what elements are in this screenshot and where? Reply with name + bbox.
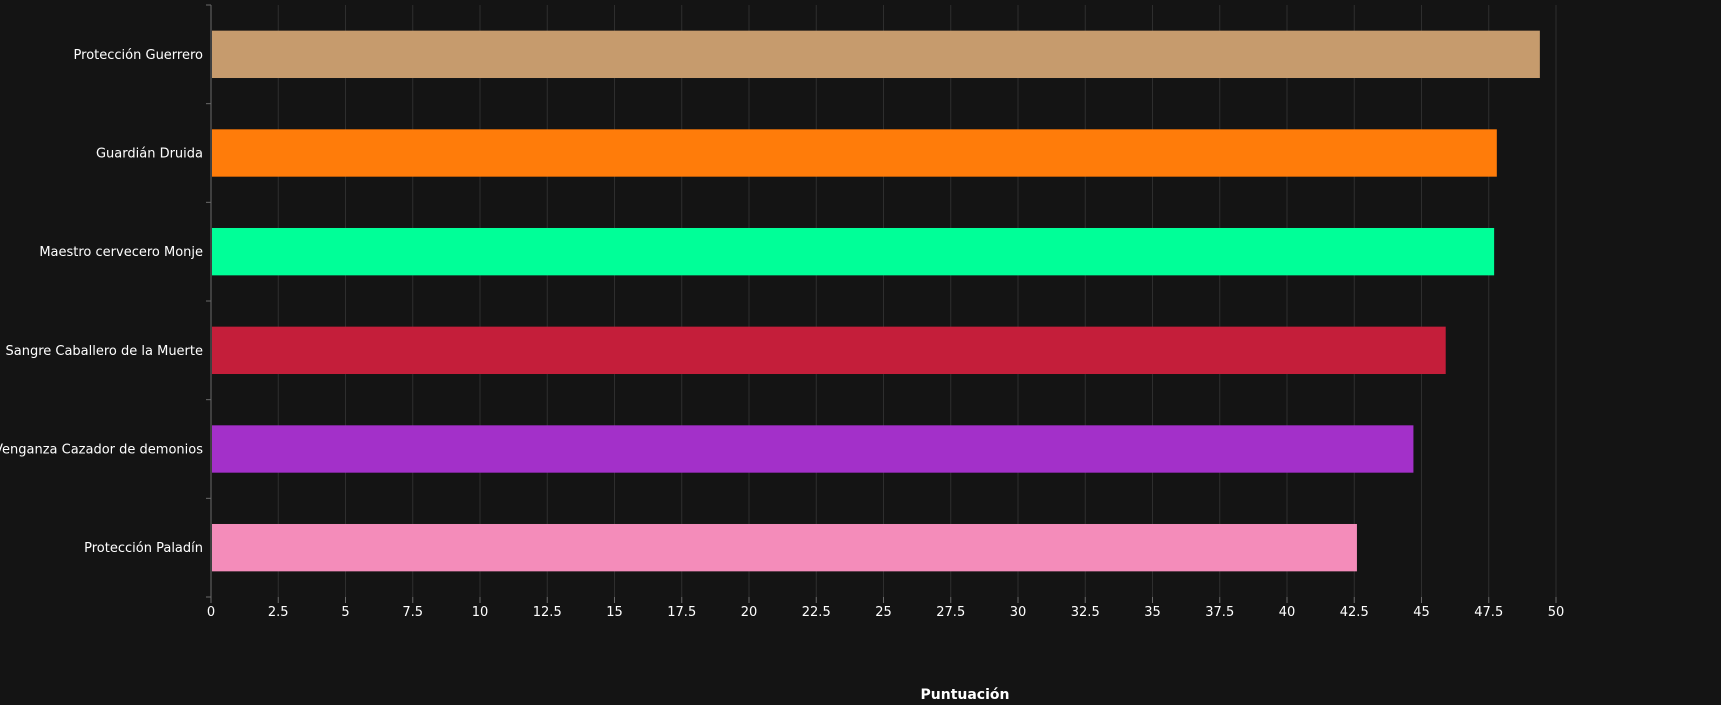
- bar[interactable]: [212, 425, 1414, 473]
- category-label: Protección Paladín: [84, 541, 203, 556]
- category-labels: Protección Guerrero Guardián Druida Maestr…: [0, 48, 203, 556]
- category-label: Maestro cervecero Monje: [39, 245, 203, 260]
- x-tick-label: 42.5: [1340, 605, 1369, 620]
- bar[interactable]: [212, 326, 1446, 375]
- bars: [212, 30, 1540, 572]
- bar[interactable]: [212, 30, 1540, 79]
- chart-container: 0 2.5 5 7.5 10 12.5 15 17.5 20 22.5 25 27.5 30 32.5 35…: [0, 0, 1721, 705]
- x-tick-label: 47.5: [1474, 605, 1503, 620]
- bar[interactable]: [212, 129, 1497, 177]
- x-tick-label: 22.5: [802, 605, 831, 620]
- x-tick-label: 17.5: [667, 605, 696, 620]
- x-tick-label: 12.5: [533, 605, 562, 620]
- bar[interactable]: [212, 227, 1495, 276]
- x-tick-label: 10: [472, 605, 489, 620]
- category-label: Sangre Caballero de la Muerte: [5, 344, 203, 359]
- x-tick-label: 20: [741, 605, 758, 620]
- x-tick-label: 0: [207, 605, 215, 620]
- bar-chart: 0 2.5 5 7.5 10 12.5 15 17.5 20 22.5 25 27.5 30 32.5 35…: [0, 4, 1565, 703]
- x-tick-label: 5: [341, 605, 349, 620]
- x-tick-label: 50: [1548, 605, 1565, 620]
- x-tick-label: 40: [1279, 605, 1296, 620]
- x-tick-label: 15: [606, 605, 623, 620]
- x-tick-label: 37.5: [1205, 605, 1234, 620]
- x-tick-label: 30: [1010, 605, 1027, 620]
- category-label: Protección Guerrero: [74, 48, 203, 63]
- category-label: Venganza Cazador de demonios: [0, 443, 203, 458]
- x-axis-title: Puntuación: [921, 687, 1010, 703]
- x-tick-label: 27.5: [936, 605, 965, 620]
- x-tick-label: 7.5: [402, 605, 423, 620]
- x-tick-label: 2.5: [268, 605, 289, 620]
- x-tick-label: 32.5: [1071, 605, 1100, 620]
- x-tick-label: 25: [875, 605, 892, 620]
- grid-lines: [210, 5, 1557, 597]
- bar[interactable]: [212, 523, 1357, 572]
- category-label: Guardián Druida: [96, 147, 203, 162]
- x-tick-label: 35: [1144, 605, 1161, 620]
- x-tick-label: 45: [1413, 605, 1430, 620]
